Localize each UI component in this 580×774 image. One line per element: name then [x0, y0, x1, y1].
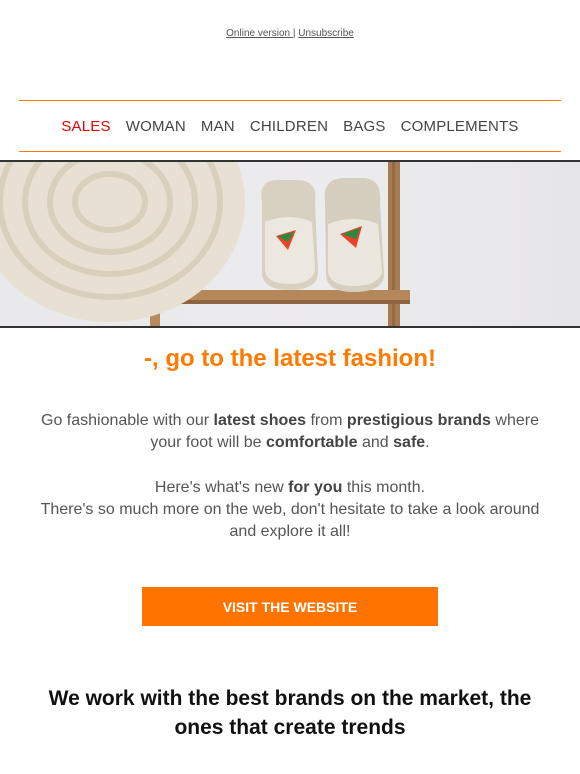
main-nav: SALES WOMAN MAN CHILDREN BAGS COMPLEMENT…	[19, 100, 561, 152]
espadrille-right	[324, 178, 384, 292]
intro-paragraph-2: Here's what's new for you this month. The…	[40, 479, 540, 540]
hero-illustration	[0, 162, 410, 326]
online-version-link[interactable]: Online version	[226, 28, 293, 39]
intro-paragraph-1: Go fashionable with our latest shoes fro…	[41, 412, 539, 451]
nav-item-children[interactable]: CHILDREN	[250, 118, 328, 135]
brands-heading: We work with the best brands on the mark…	[48, 687, 532, 739]
unsubscribe-link[interactable]: Unsubscribe	[298, 28, 354, 39]
link-separator: |	[292, 28, 296, 39]
visit-website-button[interactable]: VISIT THE WEBSITE	[142, 587, 438, 626]
nav-item-bags[interactable]: BAGS	[343, 118, 385, 135]
intro-text: Go fashionable with our latest shoes fro…	[30, 410, 550, 566]
nav-item-complements[interactable]: COMPLEMENTS	[401, 118, 519, 135]
nav-item-sales[interactable]: SALES	[61, 118, 110, 135]
nav-item-man[interactable]: MAN	[201, 118, 235, 135]
hero-image[interactable]	[0, 160, 580, 328]
nav-item-woman[interactable]: WOMAN	[126, 118, 186, 135]
preheader-links: Online version | Unsubscribe	[0, 28, 580, 39]
espadrille-left	[261, 180, 318, 290]
headline: -, go to the latest fashion!	[144, 345, 436, 372]
